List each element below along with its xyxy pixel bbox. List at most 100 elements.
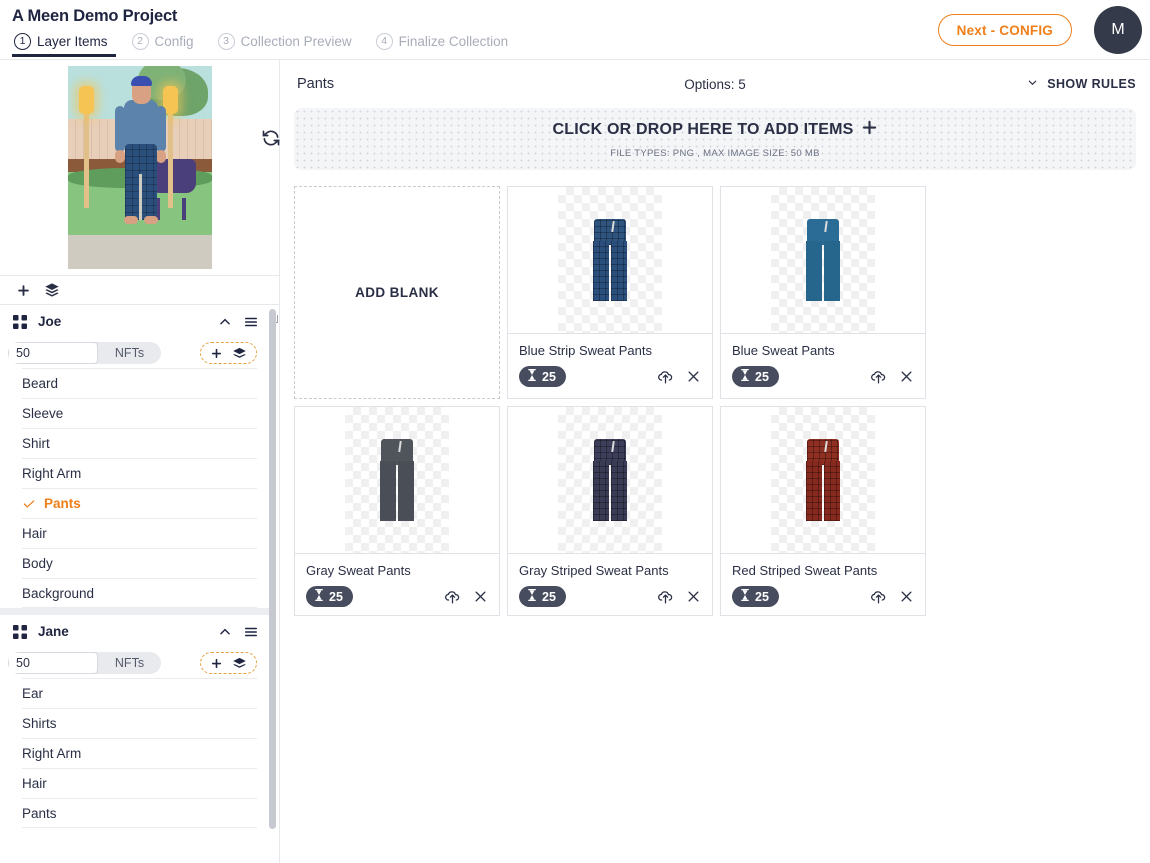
layer-item-label: Body [22, 556, 53, 571]
nft-count-input[interactable] [8, 342, 98, 364]
layer-group-header[interactable]: Jane [0, 615, 269, 648]
rarity-badge[interactable]: 25 [519, 586, 566, 607]
layers-stack-icon[interactable] [44, 282, 60, 298]
close-icon[interactable] [686, 589, 701, 604]
upload-cloud-icon[interactable] [657, 368, 674, 385]
pants-artwork [592, 219, 628, 301]
tab-layer-items[interactable]: 1 Layer Items [12, 31, 130, 57]
tab-collection-preview[interactable]: 3 Collection Preview [216, 31, 374, 57]
sidebar-scrollbar-thumb[interactable] [269, 309, 276, 829]
rarity-icon [740, 369, 750, 384]
tab-number: 4 [375, 33, 393, 50]
sidebar-item-pants-jane[interactable]: Pants [22, 798, 257, 828]
show-rules-button[interactable]: SHOW RULES [1027, 77, 1136, 91]
layers-icon[interactable] [232, 656, 247, 671]
item-card[interactable]: Gray Sweat Pants 25 [294, 406, 500, 616]
tab-label: Finalize Collection [398, 34, 509, 49]
upload-cloud-icon[interactable] [444, 588, 461, 605]
options-count: Options: 5 [684, 76, 746, 92]
close-icon[interactable] [473, 589, 488, 604]
next-config-button[interactable]: Next - CONFIG [937, 14, 1072, 46]
check-icon [22, 497, 36, 514]
rarity-badge[interactable]: 25 [306, 586, 353, 607]
item-image [508, 407, 712, 553]
item-title: Gray Striped Sweat Pants [519, 563, 669, 578]
rarity-value: 25 [329, 589, 343, 604]
add-layer-buttons[interactable] [200, 342, 257, 364]
tab-label: Collection Preview [240, 34, 352, 49]
show-rules-label: SHOW RULES [1047, 77, 1136, 91]
add-layer-buttons[interactable] [200, 652, 257, 674]
rarity-icon [527, 589, 537, 604]
main-content: Pants Options: 5 SHOW RULES CLICK OR DRO… [280, 60, 1150, 863]
sidebar-item-hair-jane[interactable]: Hair [22, 768, 257, 798]
sidebar-item-beard[interactable]: Beard [22, 368, 257, 398]
sidebar-item-right-arm-jane[interactable]: Right Arm [22, 738, 257, 768]
layer-item-label: Pants [44, 496, 81, 511]
sidebar: Joe NFTs [0, 60, 280, 863]
layer-group-name: Joe [38, 314, 62, 329]
sidebar-item-background[interactable]: Background [22, 578, 257, 608]
sidebar-item-hair[interactable]: Hair [22, 518, 257, 548]
sidebar-item-body[interactable]: Body [22, 548, 257, 578]
chevron-up-icon[interactable] [218, 625, 232, 639]
layer-items-jane: Ear Shirts Right Arm Hair Pants [0, 678, 269, 828]
nft-count-input[interactable] [8, 652, 98, 674]
file-dropzone[interactable]: CLICK OR DROP HERE TO ADD ITEMS FILE TYP… [294, 108, 1136, 170]
layer-group-header[interactable]: Joe [0, 305, 269, 338]
hamburger-menu-icon[interactable] [243, 315, 259, 329]
layer-item-label: Sleeve [22, 406, 64, 421]
layers-icon[interactable] [232, 346, 247, 361]
layer-list-scroll[interactable]: Joe NFTs [0, 305, 279, 863]
sidebar-scrollbar[interactable] [269, 309, 276, 859]
rarity-value: 25 [542, 369, 556, 384]
sidebar-item-right-arm[interactable]: Right Arm [22, 458, 257, 488]
tab-config[interactable]: 2 Config [130, 31, 216, 57]
item-card-body: Blue Sweat Pants 25 [721, 333, 925, 395]
sidebar-item-shirts[interactable]: Shirts [22, 708, 257, 738]
hamburger-menu-icon[interactable] [243, 625, 259, 639]
layer-toolbar [0, 275, 279, 305]
avatar[interactable]: M [1094, 6, 1142, 54]
main-header: Pants Options: 5 SHOW RULES [280, 60, 1150, 108]
nft-unit-label: NFTs [114, 346, 145, 360]
pants-artwork [379, 439, 415, 521]
layer-item-label: Hair [22, 776, 47, 791]
sidebar-item-pants[interactable]: Pants [22, 488, 257, 518]
nft-unit-label: NFTs [114, 656, 145, 670]
add-group-icon[interactable] [16, 283, 31, 298]
layer-item-label: Right Arm [22, 466, 82, 481]
chevron-up-icon[interactable] [218, 315, 232, 329]
plus-icon[interactable] [210, 347, 223, 360]
tab-finalize-collection[interactable]: 4 Finalize Collection [374, 31, 531, 57]
close-icon[interactable] [899, 589, 914, 604]
upload-cloud-icon[interactable] [657, 588, 674, 605]
close-icon[interactable] [899, 369, 914, 384]
sidebar-item-sleeve[interactable]: Sleeve [22, 398, 257, 428]
pants-artwork [592, 439, 628, 521]
item-card[interactable]: Blue Sweat Pants 25 [720, 186, 926, 399]
rarity-value: 25 [755, 589, 769, 604]
sidebar-item-ear[interactable]: Ear [22, 678, 257, 708]
tab-label: Config [154, 34, 194, 49]
rarity-value: 25 [755, 369, 769, 384]
item-card[interactable]: Blue Strip Sweat Pants 25 [507, 186, 713, 399]
upload-cloud-icon[interactable] [870, 588, 887, 605]
rarity-badge[interactable]: 25 [732, 586, 779, 607]
layer-item-label: Pants [22, 805, 57, 821]
layer-item-label: Right Arm [22, 746, 82, 761]
upload-cloud-icon[interactable] [870, 368, 887, 385]
rarity-badge[interactable]: 25 [519, 366, 566, 387]
item-title: Gray Sweat Pants [306, 563, 411, 578]
plus-icon[interactable] [210, 657, 223, 670]
item-card[interactable]: Gray Striped Sweat Pants 25 [507, 406, 713, 616]
add-blank-card[interactable]: ADD BLANK [294, 186, 500, 399]
item-card[interactable]: Red Striped Sweat Pants 25 [720, 406, 926, 616]
close-icon[interactable] [686, 369, 701, 384]
layer-item-label: Beard [22, 376, 59, 391]
refresh-icon[interactable] [261, 128, 281, 148]
chevron-down-icon [1027, 77, 1038, 91]
rarity-badge[interactable]: 25 [732, 366, 779, 387]
pants-artwork [805, 219, 841, 301]
sidebar-item-shirt[interactable]: Shirt [22, 428, 257, 458]
